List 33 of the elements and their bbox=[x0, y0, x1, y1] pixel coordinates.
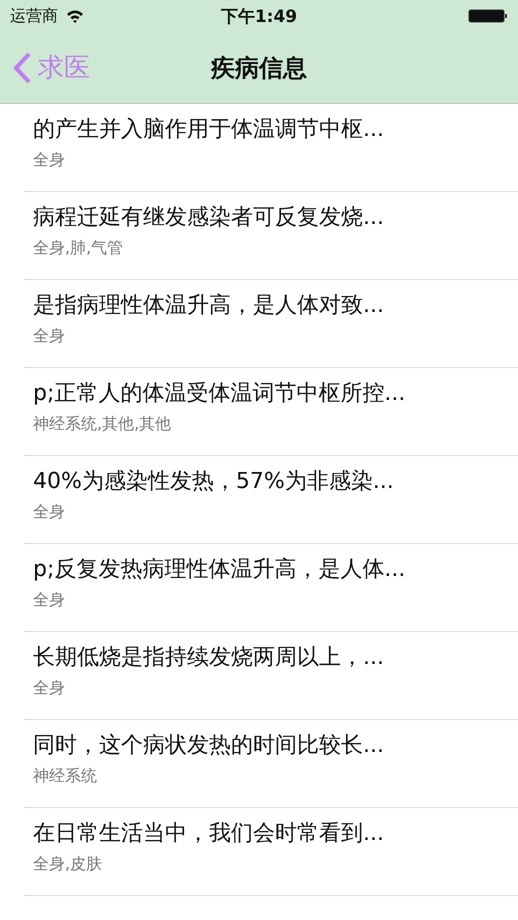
row-title: 的产生并入脑作用于体温调节中枢... bbox=[33, 116, 384, 144]
row-title: p;反复发热病理性体温升高，是人体... bbox=[33, 556, 406, 584]
list-row[interactable]: 在日常生活当中，我们会时常看到... 全身,皮肤 bbox=[24, 808, 518, 896]
row-title: 在日常生活当中，我们会时常看到... bbox=[33, 820, 384, 848]
status-time: 下午1:49 bbox=[220, 6, 298, 28]
row-subtitle: 全身,肺,气管 bbox=[33, 238, 124, 259]
chevron-left-icon bbox=[12, 52, 32, 84]
row-subtitle: 全身 bbox=[33, 678, 65, 699]
row-subtitle: 全身 bbox=[33, 326, 65, 347]
carrier-label: 运营商 bbox=[10, 6, 58, 26]
list-row[interactable]: 是指病理性体温升高，是人体对致... 全身 bbox=[24, 280, 518, 368]
page-title: 疾病信息 bbox=[210, 52, 308, 84]
list-row[interactable]: p;反复发热病理性体温升高，是人体... 全身 bbox=[24, 544, 518, 632]
list-row[interactable]: 长期低烧是指持续发烧两周以上，... 全身 bbox=[24, 632, 518, 720]
row-subtitle: 神经系统 bbox=[33, 766, 97, 787]
row-title: p;正常人的体温受体温词节中枢所控... bbox=[33, 380, 406, 408]
battery-icon bbox=[468, 8, 508, 24]
list-row[interactable]: 的产生并入脑作用于体温调节中枢... 全身 bbox=[24, 104, 518, 192]
row-title: 长期低烧是指持续发烧两周以上，... bbox=[33, 644, 384, 672]
row-subtitle: 神经系统,其他,其他 bbox=[33, 414, 172, 435]
row-title: 是指病理性体温升高，是人体对致... bbox=[33, 292, 384, 320]
row-subtitle: 全身 bbox=[33, 590, 65, 611]
row-title: 同时，这个病状发热的时间比较长... bbox=[33, 732, 384, 760]
row-title: 40%为感染性发热，57%为非感染... bbox=[33, 468, 394, 496]
list-row[interactable]: 同时，这个病状发热的时间比较长... 神经系统 bbox=[24, 720, 518, 808]
list-row[interactable]: p;正常人的体温受体温词节中枢所控... 神经系统,其他,其他 bbox=[24, 368, 518, 456]
list-row[interactable]: 40%为感染性发热，57%为非感染... 全身 bbox=[24, 456, 518, 544]
row-subtitle: 全身 bbox=[33, 502, 65, 523]
wifi-icon bbox=[66, 9, 84, 23]
row-subtitle: 全身,皮肤 bbox=[33, 854, 102, 875]
row-title: 病程迁延有继发感染者可反复发烧... bbox=[33, 204, 384, 232]
row-subtitle: 全身 bbox=[33, 150, 65, 171]
list-row[interactable]: 病程迁延有继发感染者可反复发烧... 全身,肺,气管 bbox=[24, 192, 518, 280]
